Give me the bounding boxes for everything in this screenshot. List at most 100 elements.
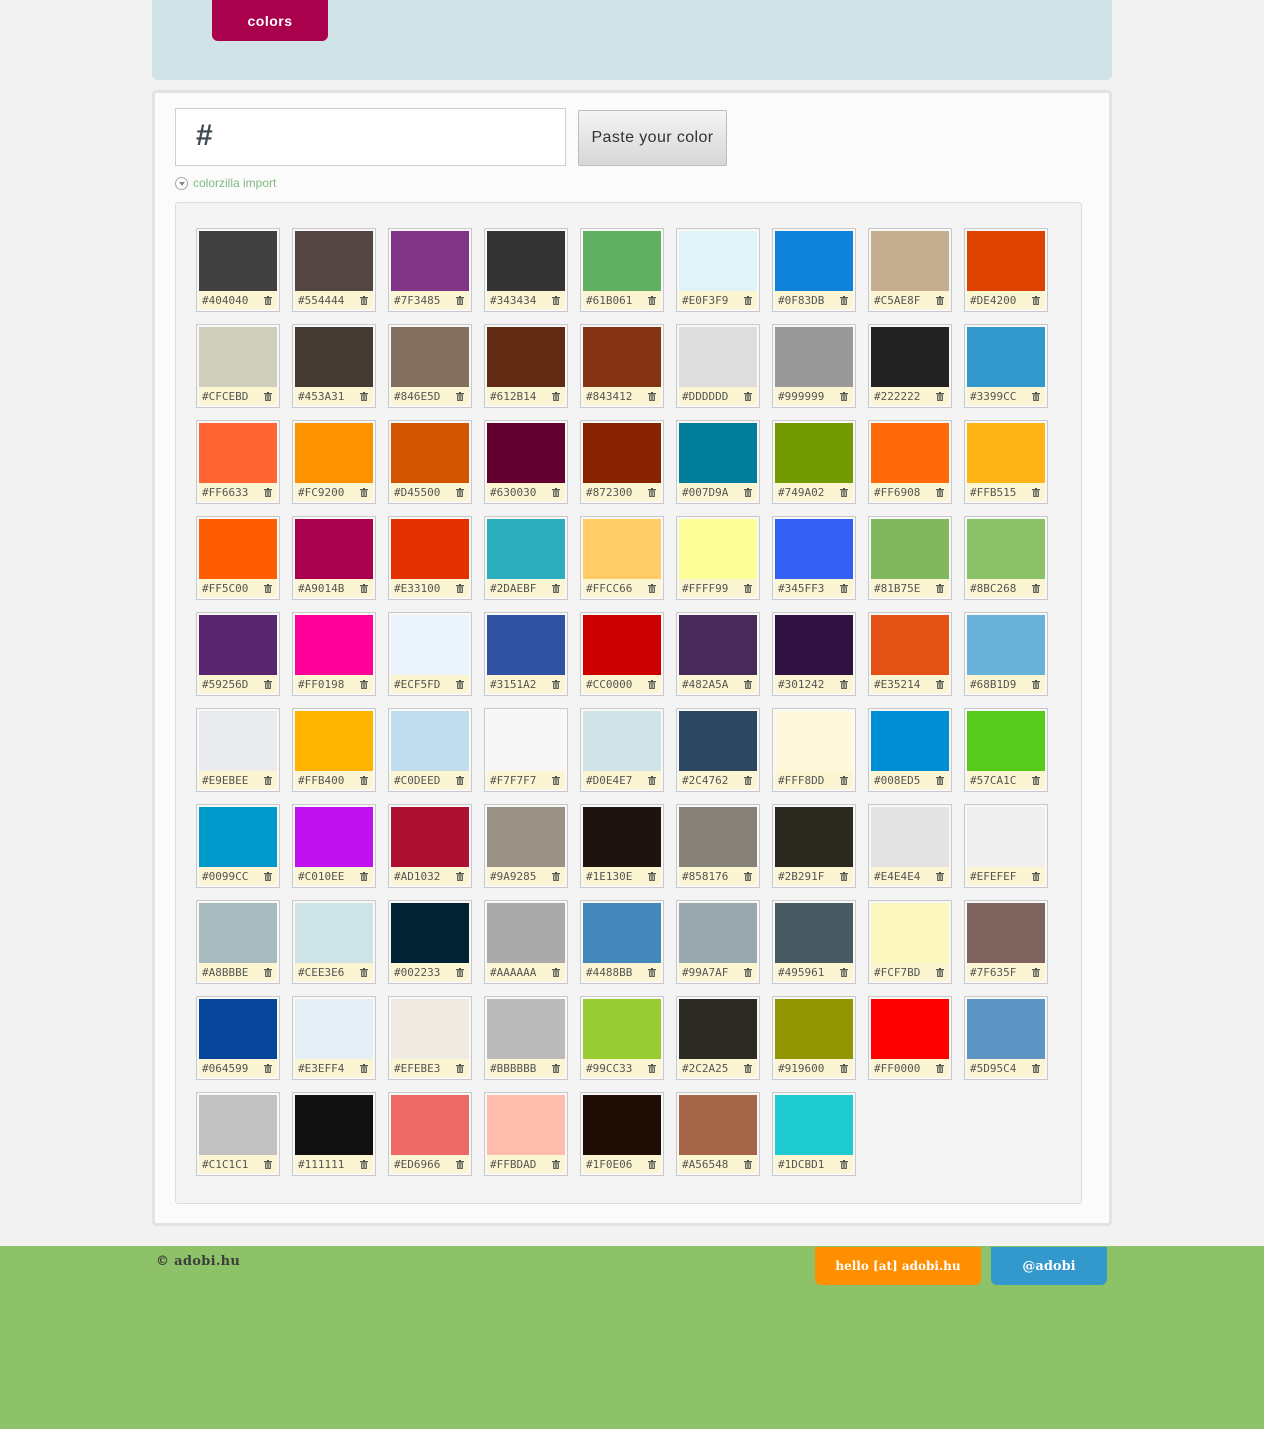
swatch-color-block[interactable]	[487, 711, 565, 771]
trash-icon[interactable]	[552, 488, 560, 497]
trash-icon[interactable]	[744, 584, 752, 593]
trash-icon[interactable]	[936, 392, 944, 401]
trash-icon[interactable]	[456, 872, 464, 881]
swatch-color-block[interactable]	[775, 903, 853, 963]
color-swatch[interactable]: #D45500	[388, 420, 472, 504]
color-swatch[interactable]: #FFFF99	[676, 516, 760, 600]
trash-icon[interactable]	[936, 776, 944, 785]
trash-icon[interactable]	[840, 584, 848, 593]
trash-icon[interactable]	[936, 296, 944, 305]
color-swatch[interactable]: #FF0198	[292, 612, 376, 696]
trash-icon[interactable]	[456, 680, 464, 689]
swatch-color-block[interactable]	[487, 999, 565, 1059]
trash-icon[interactable]	[648, 776, 656, 785]
swatch-color-block[interactable]	[199, 615, 277, 675]
swatch-color-block[interactable]	[871, 423, 949, 483]
swatch-color-block[interactable]	[487, 327, 565, 387]
swatch-color-block[interactable]	[199, 519, 277, 579]
color-swatch[interactable]: #FF6633	[196, 420, 280, 504]
swatch-color-block[interactable]	[871, 999, 949, 1059]
color-swatch[interactable]: #C0DEED	[388, 708, 472, 792]
trash-icon[interactable]	[264, 1064, 272, 1073]
swatch-color-block[interactable]	[679, 807, 757, 867]
swatch-color-block[interactable]	[679, 615, 757, 675]
swatch-color-block[interactable]	[775, 1095, 853, 1155]
color-swatch[interactable]: #E9EBEE	[196, 708, 280, 792]
trash-icon[interactable]	[936, 1064, 944, 1073]
trash-icon[interactable]	[648, 680, 656, 689]
trash-icon[interactable]	[552, 1064, 560, 1073]
swatch-color-block[interactable]	[199, 231, 277, 291]
trash-icon[interactable]	[360, 1064, 368, 1073]
trash-icon[interactable]	[936, 488, 944, 497]
swatch-color-block[interactable]	[679, 423, 757, 483]
swatch-color-block[interactable]	[391, 615, 469, 675]
color-swatch[interactable]: #064599	[196, 996, 280, 1080]
trash-icon[interactable]	[1032, 872, 1040, 881]
trash-icon[interactable]	[1032, 296, 1040, 305]
trash-icon[interactable]	[648, 1160, 656, 1169]
color-swatch[interactable]: #A9014B	[292, 516, 376, 600]
color-swatch[interactable]: #FFF8DD	[772, 708, 856, 792]
swatch-color-block[interactable]	[967, 327, 1045, 387]
trash-icon[interactable]	[648, 584, 656, 593]
color-swatch[interactable]: #3399CC	[964, 324, 1048, 408]
color-swatch[interactable]: #81B75E	[868, 516, 952, 600]
color-swatch[interactable]: #2C4762	[676, 708, 760, 792]
swatch-color-block[interactable]	[295, 519, 373, 579]
email-contact-button[interactable]: hello [at] adobi.hu	[815, 1247, 981, 1285]
swatch-color-block[interactable]	[391, 999, 469, 1059]
color-swatch[interactable]: #C010EE	[292, 804, 376, 888]
colorzilla-import-link[interactable]: colorzilla import	[175, 176, 276, 190]
color-swatch[interactable]: #A56548	[676, 1092, 760, 1176]
trash-icon[interactable]	[552, 1160, 560, 1169]
color-swatch[interactable]: #99A7AF	[676, 900, 760, 984]
swatch-color-block[interactable]	[679, 1095, 757, 1155]
trash-icon[interactable]	[360, 296, 368, 305]
color-swatch[interactable]: #7F635F	[964, 900, 1048, 984]
trash-icon[interactable]	[840, 296, 848, 305]
trash-icon[interactable]	[360, 392, 368, 401]
swatch-color-block[interactable]	[967, 231, 1045, 291]
trash-icon[interactable]	[1032, 680, 1040, 689]
trash-icon[interactable]	[744, 872, 752, 881]
swatch-color-block[interactable]	[199, 903, 277, 963]
paste-color-button[interactable]: Paste your color	[578, 110, 727, 166]
swatch-color-block[interactable]	[775, 999, 853, 1059]
swatch-color-block[interactable]	[871, 231, 949, 291]
swatch-color-block[interactable]	[871, 903, 949, 963]
swatch-color-block[interactable]	[967, 999, 1045, 1059]
swatch-color-block[interactable]	[775, 711, 853, 771]
color-swatch[interactable]: #7F3485	[388, 228, 472, 312]
swatch-color-block[interactable]	[295, 231, 373, 291]
color-swatch[interactable]: #630030	[484, 420, 568, 504]
color-swatch[interactable]: #DDDDDD	[676, 324, 760, 408]
color-swatch[interactable]: #482A5A	[676, 612, 760, 696]
swatch-color-block[interactable]	[391, 1095, 469, 1155]
swatch-color-block[interactable]	[583, 423, 661, 483]
color-swatch[interactable]: #C1C1C1	[196, 1092, 280, 1176]
color-swatch[interactable]: #222222	[868, 324, 952, 408]
color-swatch[interactable]: #453A31	[292, 324, 376, 408]
color-swatch[interactable]: #846E5D	[388, 324, 472, 408]
color-swatch[interactable]: #FF0000	[868, 996, 952, 1080]
color-swatch[interactable]: #E0F3F9	[676, 228, 760, 312]
color-swatch[interactable]: #1E130E	[580, 804, 664, 888]
trash-icon[interactable]	[1032, 488, 1040, 497]
color-swatch[interactable]: #AD1032	[388, 804, 472, 888]
swatch-color-block[interactable]	[775, 231, 853, 291]
swatch-color-block[interactable]	[775, 423, 853, 483]
color-swatch[interactable]: #CC0000	[580, 612, 664, 696]
color-swatch[interactable]: #3151A2	[484, 612, 568, 696]
color-swatch[interactable]: #68B1D9	[964, 612, 1048, 696]
swatch-color-block[interactable]	[967, 615, 1045, 675]
color-swatch[interactable]: #612B14	[484, 324, 568, 408]
trash-icon[interactable]	[360, 776, 368, 785]
color-swatch[interactable]: #E3EFF4	[292, 996, 376, 1080]
color-swatch[interactable]: #343434	[484, 228, 568, 312]
swatch-color-block[interactable]	[679, 711, 757, 771]
swatch-color-block[interactable]	[583, 807, 661, 867]
color-swatch[interactable]: #EFEFEF	[964, 804, 1048, 888]
swatch-color-block[interactable]	[967, 423, 1045, 483]
trash-icon[interactable]	[456, 968, 464, 977]
